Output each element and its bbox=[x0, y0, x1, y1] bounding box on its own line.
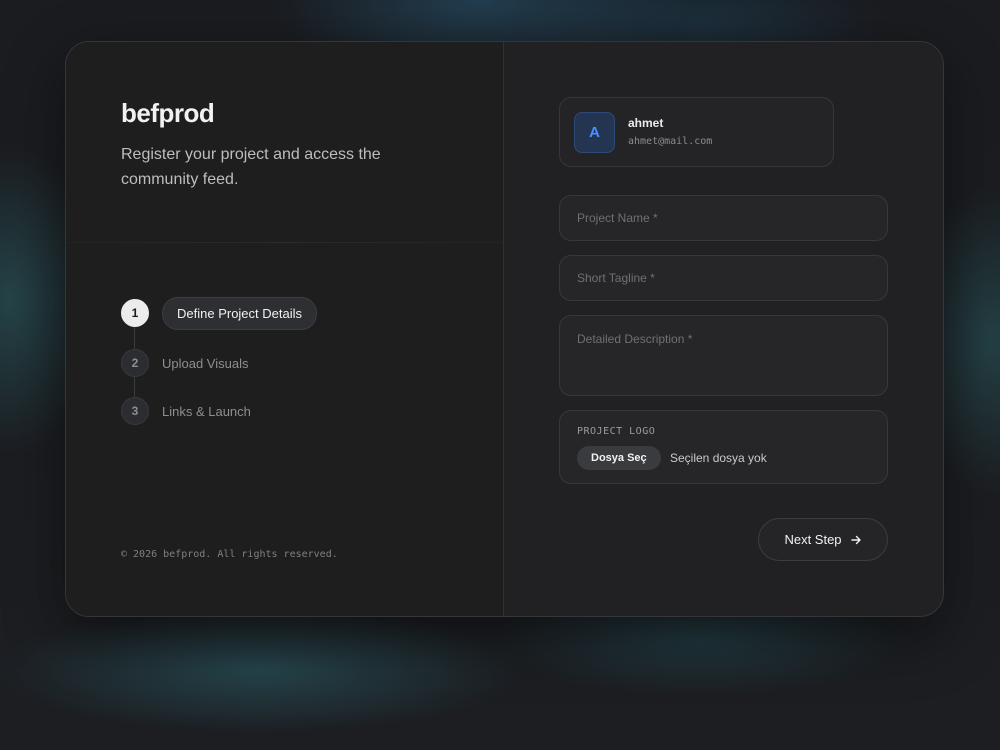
step-list: 1 Define Project Details 2 Upload Visual… bbox=[121, 296, 317, 425]
avatar: A bbox=[574, 112, 615, 153]
file-status-text: Seçilen dosya yok bbox=[670, 451, 767, 465]
next-step-label: Next Step bbox=[784, 532, 842, 547]
registration-card: befprod Register your project and access… bbox=[65, 41, 944, 617]
step-number: 2 bbox=[121, 349, 149, 377]
step-1[interactable]: 1 Define Project Details bbox=[121, 296, 317, 330]
short-tagline-input[interactable] bbox=[559, 255, 888, 301]
right-panel: A ahmet ahmet@mail.com PROJECT LOGO Dosy… bbox=[504, 42, 943, 616]
brand-title: befprod bbox=[121, 98, 215, 128]
next-step-button[interactable]: Next Step bbox=[758, 518, 888, 561]
project-name-input[interactable] bbox=[559, 195, 888, 241]
step-3[interactable]: 3 Links & Launch bbox=[121, 397, 317, 425]
panel-divider bbox=[66, 242, 503, 243]
choose-file-button[interactable]: Dosya Seç bbox=[577, 446, 661, 470]
arrow-right-icon bbox=[850, 535, 861, 544]
step-number: 3 bbox=[121, 397, 149, 425]
brand-subtitle: Register your project and access the com… bbox=[121, 146, 381, 188]
project-logo-label: PROJECT LOGO bbox=[577, 426, 656, 437]
step-label: Define Project Details bbox=[162, 296, 317, 330]
user-name: ahmet bbox=[628, 116, 664, 130]
user-email: ahmet@mail.com bbox=[628, 136, 713, 147]
step-label: Links & Launch bbox=[162, 403, 251, 419]
step-label: Upload Visuals bbox=[162, 355, 249, 371]
step-number: 1 bbox=[121, 299, 149, 327]
description-textarea[interactable] bbox=[559, 315, 888, 396]
user-card: A ahmet ahmet@mail.com bbox=[559, 97, 834, 167]
left-panel: befprod Register your project and access… bbox=[66, 42, 504, 616]
copyright-text: © 2026 befprod. All rights reserved. bbox=[121, 549, 338, 560]
step-2[interactable]: 2 Upload Visuals bbox=[121, 349, 317, 377]
project-logo-upload: PROJECT LOGO Dosya Seç Seçilen dosya yok bbox=[559, 410, 888, 484]
